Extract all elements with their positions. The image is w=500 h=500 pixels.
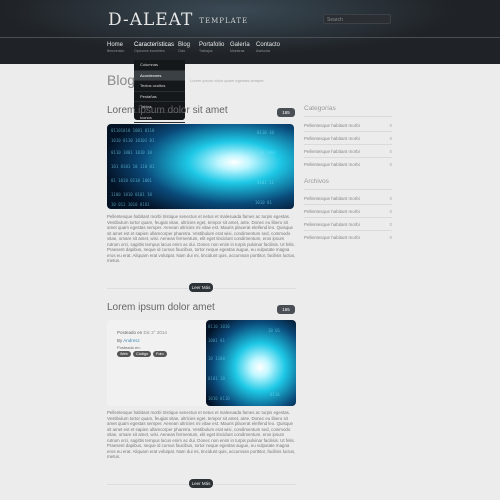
- svg-text:01101010 1001 0110: 01101010 1001 0110: [111, 128, 155, 133]
- tag-web[interactable]: Web: [117, 351, 131, 357]
- read-more-button[interactable]: Leer Más: [189, 283, 213, 292]
- dropdown-item-textos-ocultos[interactable]: Textos ocultos: [134, 81, 185, 92]
- sidebar-archive-item[interactable]: Pellentesque habitant morbi x: [304, 235, 393, 241]
- svg-text:1001 01: 1001 01: [208, 338, 225, 343]
- close-icon: x: [389, 162, 393, 168]
- nav-label: Galería: [230, 42, 250, 48]
- svg-text:10 011 1010 0101: 10 011 1010 0101: [111, 202, 150, 207]
- site-header: D-ALEAT TEMPLATE Search Home Bienvenido C…: [0, 0, 500, 64]
- nav-label: Blog: [178, 42, 191, 48]
- binary-tunnel-image: 0110 1010 1001 01 10 1100 0101 10 1010 0…: [206, 320, 296, 406]
- nav-label: Portafolio: [199, 42, 225, 48]
- svg-text:0110 1010: 0110 1010: [208, 324, 230, 329]
- close-icon: x: [389, 123, 393, 129]
- nav-item-portafolio[interactable]: Portafolio Trabajos: [199, 42, 224, 53]
- dropdown-item-pestanas[interactable]: Pestañas: [134, 92, 185, 102]
- logo-text: D-ALEAT: [108, 10, 194, 30]
- svg-text:01 1010 0110 1001: 01 1010 0110 1001: [111, 178, 153, 183]
- site-logo[interactable]: D-ALEAT TEMPLATE: [108, 10, 248, 30]
- sidebar-heading-archivos: Archivos: [304, 178, 329, 185]
- nav-sublabel: Ocio: [178, 49, 186, 53]
- svg-text:10 1001: 10 1001: [259, 150, 276, 155]
- sidebar-divider: [304, 204, 392, 205]
- svg-text:0101 10: 0101 10: [208, 376, 225, 381]
- post-image[interactable]: 0110 1010 1001 01 10 1100 0101 10 1010 0…: [206, 320, 296, 406]
- svg-text:0101 11: 0101 11: [257, 180, 274, 185]
- sidebar-divider: [304, 189, 392, 190]
- sidebar-category-item[interactable]: Pellentesque habitant morbi x: [304, 149, 393, 155]
- sidebar-archive-item[interactable]: Pellentesque habitant morbi x: [304, 196, 393, 202]
- search-input[interactable]: Search: [323, 14, 391, 24]
- by-label: By: [117, 338, 123, 343]
- dropdown-item-columnas[interactable]: Columnas: [134, 60, 185, 71]
- svg-text:0110 10: 0110 10: [257, 130, 274, 135]
- nav-item-caracteristicas[interactable]: Características Opciones increíbles: [134, 42, 174, 53]
- post-body: Pellentesque habitant morbi tristique se…: [107, 214, 296, 263]
- close-icon: x: [389, 136, 393, 142]
- sidebar-heading-categorias: Categorías: [304, 105, 336, 112]
- nav-sublabel: Opciones increíbles: [134, 49, 165, 53]
- sidebar-divider: [304, 217, 392, 218]
- svg-text:1010 01: 1010 01: [255, 200, 272, 205]
- close-icon: x: [389, 235, 393, 241]
- posted-in-label: Posteado en:: [117, 345, 141, 350]
- header-divider: [0, 37, 500, 38]
- binary-tunnel-image: 01101010 1001 0110 1010 0110 10101 01 01…: [107, 124, 294, 209]
- post-author: By Andresz: [117, 338, 140, 343]
- nav-sublabel: Bienvenido: [107, 49, 125, 53]
- close-icon: x: [389, 196, 393, 202]
- svg-text:0110 1001 1010 10: 0110 1001 1010 10: [111, 150, 153, 155]
- nav-item-home[interactable]: Home Bienvenido: [107, 42, 124, 53]
- svg-text:1010 0110 10101 01: 1010 0110 10101 01: [111, 138, 155, 143]
- nav-label: Características: [134, 42, 175, 48]
- close-icon: x: [389, 209, 393, 215]
- svg-text:101 0101 10 110 01: 101 0101 10 110 01: [111, 164, 155, 169]
- sidebar-divider: [304, 230, 392, 231]
- svg-text:1010 0110: 1010 0110: [208, 396, 230, 401]
- nav-item-blog[interactable]: Blog Ocio: [178, 42, 190, 53]
- post-body: Pellentesque habitant morbi tristique se…: [107, 410, 296, 459]
- nav-sublabel: Trabajos: [199, 49, 213, 53]
- tag-foto[interactable]: Foto: [153, 351, 167, 357]
- post-title[interactable]: Lorem ipsum dolor amet: [107, 302, 215, 313]
- nav-label: Contacto: [256, 42, 281, 48]
- sidebar-divider: [304, 144, 392, 145]
- svg-text:10 1100: 10 1100: [208, 356, 225, 361]
- sidebar-category-item[interactable]: Pellentesque habitant morbi x: [304, 123, 393, 129]
- sidebar-archive-item[interactable]: Pellentesque habitant morbi x: [304, 209, 393, 215]
- sidebar-divider: [304, 131, 392, 132]
- post-image[interactable]: 01101010 1001 0110 1010 0110 10101 01 01…: [107, 124, 294, 209]
- svg-text:10 01: 10 01: [268, 328, 281, 333]
- sidebar-category-item[interactable]: Pellentesque habitant morbi x: [304, 136, 393, 142]
- post-date: Posteado en Dic 2° 2014: [117, 330, 167, 335]
- svg-text:0110: 0110: [270, 392, 280, 397]
- nav-item-galeria[interactable]: Galería Muestras: [230, 42, 250, 53]
- nav-label: Home: [107, 42, 124, 48]
- page-subtitle: Lorem ipsum dolor quam egestas semper: [190, 78, 264, 83]
- dropdown-item-acordeones[interactable]: Acordeones: [134, 70, 185, 81]
- close-icon: x: [389, 149, 393, 155]
- posted-date: Dic 2° 2014: [143, 330, 167, 335]
- post-meta-panel: Posteado en Dic 2° 2014 By Andresz Poste…: [107, 320, 206, 406]
- sidebar-category-item[interactable]: Pellentesque habitant morbi x: [304, 162, 393, 168]
- sidebar-divider: [304, 116, 392, 117]
- nav-sublabel: Asesoría: [256, 49, 270, 53]
- post-title[interactable]: Lorem ipsum dolor sit amet: [107, 105, 228, 116]
- comment-count-badge[interactable]: 165: [277, 305, 295, 314]
- page-title: Blog: [107, 72, 136, 88]
- nav-item-contacto[interactable]: Contacto Asesoría: [256, 42, 280, 53]
- sidebar-divider: [304, 157, 392, 158]
- tag-codigo[interactable]: Código: [133, 351, 152, 357]
- sidebar-archive-item[interactable]: Pellentesque habitant morbi x: [304, 222, 393, 228]
- svg-text:1100 1010 0101 10: 1100 1010 0101 10: [111, 192, 153, 197]
- logo-suffix: TEMPLATE: [199, 16, 249, 25]
- nav-sublabel: Muestras: [230, 49, 245, 53]
- author-link[interactable]: Andresz: [123, 338, 140, 343]
- close-icon: x: [389, 222, 393, 228]
- read-more-button[interactable]: Leer Más: [189, 479, 213, 488]
- comment-count-badge[interactable]: 165: [277, 108, 295, 117]
- posted-label: Posteado en: [117, 330, 143, 335]
